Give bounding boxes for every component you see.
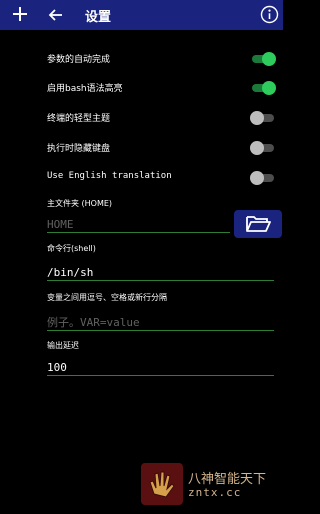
page-title: 设置	[85, 10, 112, 25]
english-switch[interactable]	[250, 171, 276, 185]
setting-label: 启用bash语法高亮	[47, 84, 123, 94]
home-label: 主文件夹 (HOME)	[47, 199, 113, 208]
folder-open-icon	[246, 216, 271, 232]
app-bar: 设置	[0, 0, 283, 30]
watermark: 八神智能天下 zntx.cc	[140, 462, 283, 508]
home-field-wrap	[47, 213, 230, 234]
env-label: 变量之间用逗号、空格或新行分隔	[47, 293, 167, 302]
setting-label: 参数的自动完成	[47, 55, 111, 65]
setting-autocomplete[interactable]: 参数的自动完成	[0, 45, 283, 73]
shell-label: 命令行(shell)	[47, 244, 96, 253]
setting-label: Use English translation	[47, 171, 172, 181]
info-icon[interactable]	[260, 5, 279, 24]
home-input[interactable]	[47, 215, 230, 234]
bash-highlight-switch[interactable]	[250, 81, 276, 95]
setting-label: 执行时隐藏键盘	[47, 144, 111, 154]
watermark-url: zntx.cc	[188, 486, 242, 499]
folder-button[interactable]	[234, 210, 282, 238]
output-delay-label: 输出延迟	[47, 341, 79, 350]
setting-label: 终端的轻型主题	[47, 114, 111, 124]
setting-english[interactable]: Use English translation	[0, 164, 283, 192]
shell-input[interactable]	[47, 263, 274, 282]
arrow-back-icon[interactable]	[48, 6, 64, 24]
output-delay-field-wrap	[47, 356, 274, 377]
setting-hide-keyboard[interactable]: 执行时隐藏键盘	[0, 134, 283, 162]
hand-logo-icon	[141, 463, 183, 505]
plus-icon[interactable]	[10, 3, 30, 25]
shell-field-wrap	[47, 261, 274, 282]
setting-light-theme[interactable]: 终端的轻型主题	[0, 104, 283, 132]
hide-keyboard-switch[interactable]	[250, 141, 276, 155]
env-field-wrap	[47, 311, 274, 332]
watermark-title: 八神智能天下	[188, 472, 267, 487]
light-theme-switch[interactable]	[250, 111, 276, 125]
setting-bash-highlight[interactable]: 启用bash语法高亮	[0, 74, 283, 102]
output-delay-input[interactable]	[47, 358, 274, 377]
autocomplete-switch[interactable]	[250, 52, 276, 66]
env-input[interactable]	[47, 313, 274, 332]
